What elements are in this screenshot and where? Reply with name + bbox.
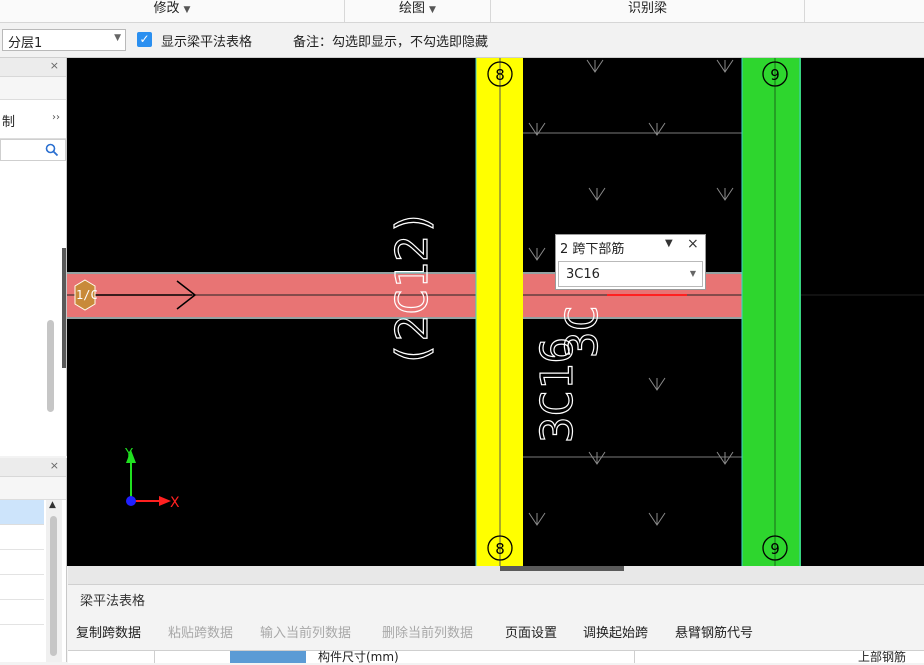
list-item[interactable] xyxy=(0,575,44,600)
chevron-down-icon: ▼ xyxy=(183,5,191,15)
left-panel-bottom: × ▲ xyxy=(0,458,67,662)
x-axis-label: X xyxy=(170,495,180,511)
left-panel-top: × 制 ›› xyxy=(0,58,67,456)
beam-label-left: (2C12) xyxy=(387,209,438,368)
show-table-label: 显示梁平法表格 xyxy=(161,35,253,50)
remark-text: 备注：勾选即显示，不勾选即隐藏 xyxy=(293,35,489,50)
drawing-canvas[interactable]: 1/C 8 8 9 9 (2C12) 3C 3C16 Y X xyxy=(67,58,924,566)
ribbon-group-modify-label: 修改 xyxy=(153,1,180,16)
beam-toolbar: 分层1 ▼ ✓ 显示梁平法表格 备注：勾选即显示，不勾选即隐藏 xyxy=(0,23,924,58)
list-item[interactable] xyxy=(0,550,44,575)
panel-search-input[interactable] xyxy=(0,139,66,161)
ribbon-group-modify[interactable]: 修改 ▼ xyxy=(0,0,345,22)
table-header-cell-selected[interactable] xyxy=(230,651,306,663)
chevron-down-icon: ▼ xyxy=(114,33,121,43)
size-header: 构件尺寸(mm) xyxy=(318,650,399,664)
panel-resize-handle[interactable] xyxy=(62,248,66,368)
show-table-checkbox[interactable]: ✓ xyxy=(137,32,152,47)
axis-label-8-bottom: 8 xyxy=(495,540,505,558)
axis-label-8-top: 8 xyxy=(495,66,505,84)
ribbon-group-labels: 修改 ▼ 绘图 ▼ 识别梁 xyxy=(0,0,924,23)
panel-header: × xyxy=(0,458,66,477)
close-icon[interactable]: × xyxy=(687,236,699,252)
chevron-down-icon[interactable]: ▼ xyxy=(665,238,673,249)
axis-row-label: 1/C xyxy=(76,288,98,302)
cantilever-code-button[interactable]: 悬臂钢筋代号 xyxy=(675,622,753,641)
popup-title: 2 跨下部筋 xyxy=(560,242,625,257)
list-item-selected[interactable] xyxy=(0,500,44,525)
panel-scrollbar[interactable] xyxy=(47,320,54,412)
paste-span-button[interactable]: 粘贴跨数据 xyxy=(168,622,233,641)
delete-column-button[interactable]: 删除当前列数据 xyxy=(382,622,473,641)
top-rebar-header: 上部钢筋 xyxy=(858,650,907,664)
swap-start-span-button[interactable]: 调换起始跨 xyxy=(583,622,648,641)
rebar-value: 3C16 xyxy=(566,267,600,282)
ribbon-group-draw-label: 绘图 xyxy=(399,1,426,16)
search-icon xyxy=(45,143,59,157)
scroll-thumb[interactable] xyxy=(50,516,57,656)
ribbon-group-empty xyxy=(805,0,924,22)
close-icon[interactable]: × xyxy=(50,459,59,472)
table-divider xyxy=(634,651,635,663)
panel-header: × xyxy=(0,58,66,77)
y-axis-label: Y xyxy=(124,447,133,462)
panel-title: 梁平法表格 xyxy=(80,594,146,609)
floor-select-value: 分层1 xyxy=(8,36,43,51)
panel-splitter[interactable] xyxy=(68,566,924,585)
chevron-down-icon: ▼ xyxy=(689,269,696,278)
rebar-popup: 2 跨下部筋 ▼ × 3C16 ▼ xyxy=(555,234,706,290)
column-9 xyxy=(742,58,801,566)
list-scrollbar[interactable]: ▲ xyxy=(46,500,62,662)
panel-row[interactable]: 制 ›› xyxy=(0,100,66,139)
table-header-cell xyxy=(80,651,155,663)
panel-tab-strip xyxy=(0,77,66,100)
table-header: 构件尺寸(mm) 上部钢筋 xyxy=(68,650,924,664)
cad-drawing: 1/C 8 8 9 9 (2C12) 3C 3C16 Y X xyxy=(67,58,924,566)
copy-span-button[interactable]: 复制跨数据 xyxy=(76,622,141,641)
axis-label-9-bottom: 9 xyxy=(770,540,780,558)
ribbon-group-identify-beam[interactable]: 识别梁 xyxy=(491,0,805,22)
chevron-down-icon: ▼ xyxy=(429,5,436,15)
splitter-grip[interactable] xyxy=(500,566,624,571)
beam-label-right: 3C16 xyxy=(532,337,583,443)
beam-table-panel: 梁平法表格 复制跨数据 粘贴跨数据 输入当前列数据 删除当前列数据 页面设置 调… xyxy=(68,566,924,664)
list-item[interactable] xyxy=(0,600,44,625)
floor-select[interactable]: 分层1 ▼ xyxy=(2,29,126,51)
panel-row-label: 制 xyxy=(2,115,16,130)
list-item[interactable] xyxy=(0,525,44,550)
origin-dot xyxy=(126,496,136,506)
rebar-value-select[interactable]: 3C16 ▼ xyxy=(558,261,703,287)
input-column-button[interactable]: 输入当前列数据 xyxy=(260,622,351,641)
panel-tab-strip xyxy=(0,477,66,500)
ribbon-group-draw[interactable]: 绘图 ▼ xyxy=(345,0,491,22)
axis-label-9-top: 9 xyxy=(770,66,780,84)
page-setup-button[interactable]: 页面设置 xyxy=(505,622,557,641)
scroll-up-icon[interactable]: ▲ xyxy=(49,500,56,510)
expand-icon[interactable]: ›› xyxy=(52,112,60,123)
close-icon[interactable]: × xyxy=(50,59,59,72)
ribbon-group-identify-beam-label: 识别梁 xyxy=(627,1,667,16)
